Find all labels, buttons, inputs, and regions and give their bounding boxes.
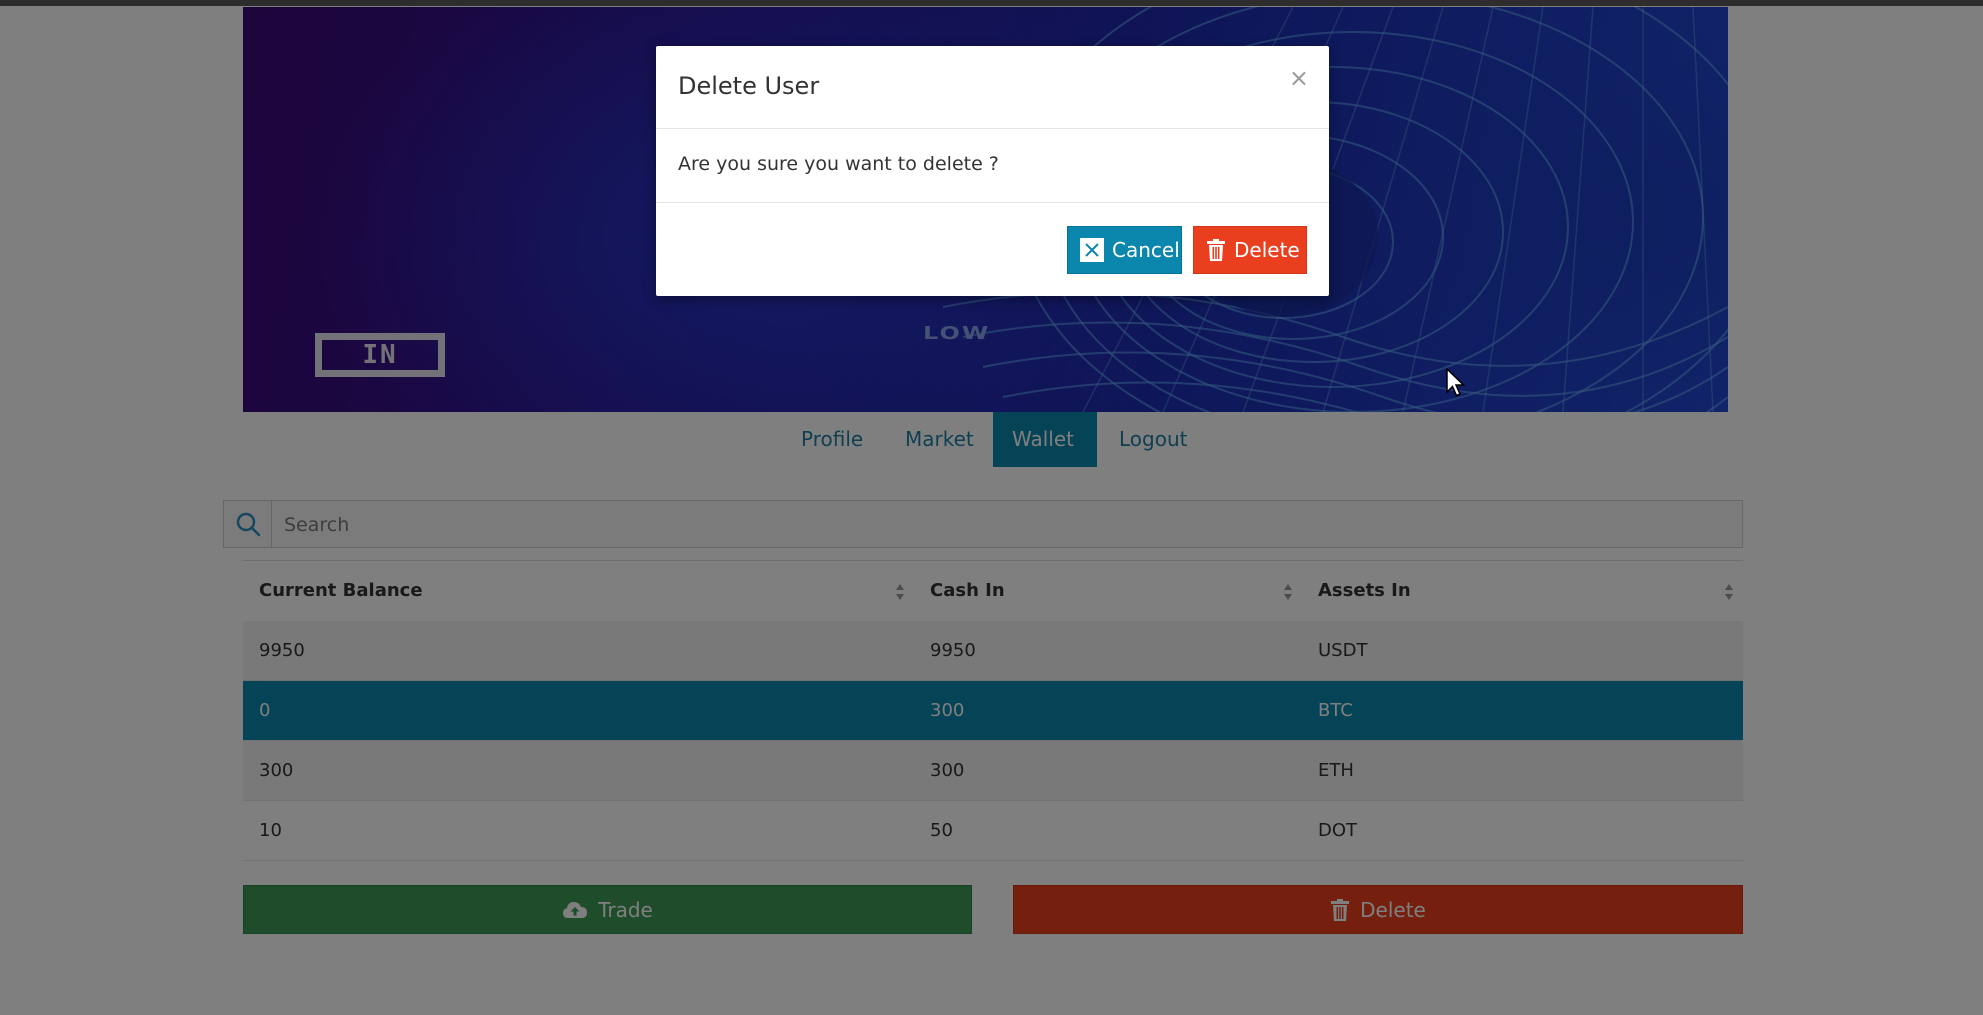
modal-header: Delete User ×	[656, 46, 1329, 129]
modal-cancel-label: Cancel	[1112, 238, 1180, 262]
close-box-icon	[1080, 238, 1104, 262]
trash-icon	[1206, 239, 1226, 261]
modal-body: Are you sure you want to delete ?	[656, 129, 1329, 203]
modal-cancel-button[interactable]: Cancel	[1067, 226, 1182, 274]
mouse-cursor-icon	[1446, 368, 1466, 397]
delete-user-modal: Delete User × Are you sure you want to d…	[656, 46, 1329, 296]
modal-message: Are you sure you want to delete ?	[678, 153, 999, 175]
modal-title: Delete User	[678, 72, 820, 100]
modal-delete-label: Delete	[1234, 238, 1300, 262]
modal-delete-button[interactable]: Delete	[1193, 226, 1307, 274]
close-icon[interactable]: ×	[1289, 66, 1309, 90]
